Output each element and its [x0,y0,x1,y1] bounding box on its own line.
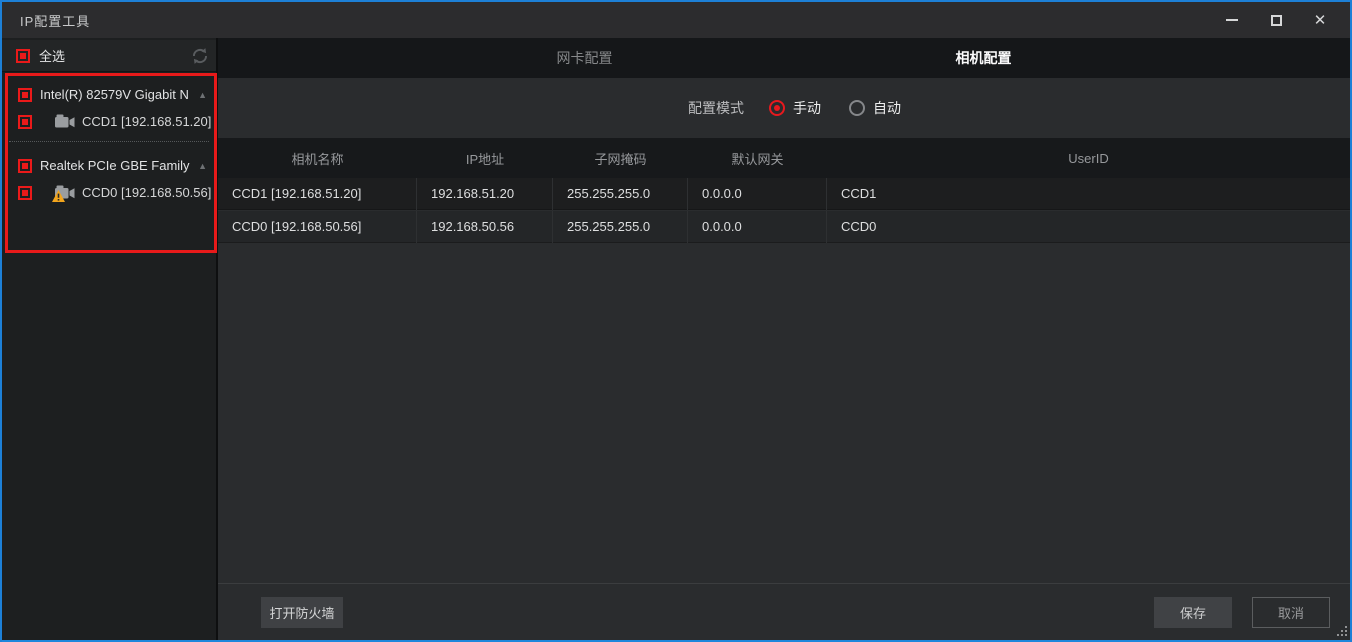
checkbox-check [22,92,28,98]
cell-subnet: 255.255.255.0 [553,211,688,243]
column-header-ip: IP地址 [417,149,553,168]
radio-manual[interactable]: 手动 [769,98,821,118]
config-mode-row: 配置模式 手动 自动 [218,78,1350,138]
table-row[interactable]: CCD0 [192.168.50.56] 192.168.50.56 255.2… [218,211,1350,243]
window-border-left [0,0,2,642]
adapter-item-realtek[interactable]: Realtek PCIe GBE Family C ▲ [2,152,216,179]
camera-label: CCD0 [192.168.50.56] [82,185,211,200]
radio-unselected-icon [849,100,865,116]
adapter-name: Intel(R) 82579V Gigabit N [40,87,189,102]
minimize-icon [1226,19,1238,21]
window-controls: ✕ [1210,2,1342,38]
cell-camera-name: CCD1 [192.168.51.20] [218,178,417,210]
select-all-row: 全选 [2,40,216,72]
adapter-checkbox[interactable] [18,88,32,102]
cell-subnet: 255.255.255.0 [553,178,688,210]
main-panel: 网卡配置 相机配置 配置模式 手动 自动 相机名称 IP地址 子网掩码 默认网关… [218,38,1350,640]
footer-bar: 打开防火墙 保存 取消 [218,583,1350,640]
maximize-button[interactable] [1254,2,1298,38]
cancel-button[interactable]: 取消 [1252,597,1330,628]
checkbox-check [22,163,28,169]
adapter-name: Realtek PCIe GBE Family C [40,158,192,173]
device-tree-panel: 全选 Intel(R) 82579V Gigabit N ▲ [2,38,216,640]
cell-userid: CCD1 [827,178,1350,210]
config-mode-label: 配置模式 [688,98,744,118]
tab-network-config[interactable]: 网卡配置 [385,38,784,78]
cell-ip: 192.168.50.56 [417,211,553,243]
select-all-label: 全选 [39,46,65,65]
collapse-arrow-icon[interactable]: ▲ [198,161,207,171]
column-header-subnet: 子网掩码 [553,149,688,168]
resize-grip[interactable] [1335,624,1347,636]
table-row[interactable]: CCD1 [192.168.51.20] 192.168.51.20 255.2… [218,178,1350,210]
tree-separator [9,141,209,142]
camera-icon [55,114,75,129]
column-header-camera-name: 相机名称 [218,149,417,168]
column-header-userid: UserID [827,151,1350,166]
collapse-arrow-icon[interactable]: ▲ [198,90,207,100]
camera-label: CCD1 [192.168.51.20] [82,114,211,129]
adapter-checkbox[interactable] [18,159,32,173]
adapter-item-intel[interactable]: Intel(R) 82579V Gigabit N ▲ [2,81,216,108]
open-firewall-button[interactable]: 打开防火墙 [261,597,343,628]
tab-camera-config[interactable]: 相机配置 [784,38,1183,78]
close-button[interactable]: ✕ [1298,2,1342,38]
camera-checkbox[interactable] [18,115,32,129]
refresh-button[interactable] [191,47,209,65]
checkbox-check [20,53,26,59]
cell-userid: CCD0 [827,211,1350,243]
radio-auto[interactable]: 自动 [849,98,901,118]
radio-manual-label: 手动 [793,98,821,118]
select-all-checkbox[interactable] [16,49,30,63]
table-header: 相机名称 IP地址 子网掩码 默认网关 UserID [218,138,1350,178]
maximize-icon [1271,15,1282,26]
refresh-icon [191,47,209,65]
camera-checkbox[interactable] [18,186,32,200]
cell-gateway: 0.0.0.0 [688,178,827,210]
camera-item-ccd1[interactable]: CCD1 [192.168.51.20] [2,108,216,135]
minimize-button[interactable] [1210,2,1254,38]
checkbox-check [22,190,28,196]
checkbox-check [22,119,28,125]
close-icon: ✕ [1314,13,1327,28]
column-header-gateway: 默认网关 [688,149,827,168]
tab-bar: 网卡配置 相机配置 [218,38,1350,78]
window-title: IP配置工具 [20,11,90,30]
cell-camera-name: CCD0 [192.168.50.56] [218,211,417,243]
cell-ip: 192.168.51.20 [417,178,553,210]
app-window: IP配置工具 ✕ 全选 [0,0,1352,642]
radio-selected-icon [769,100,785,116]
cell-gateway: 0.0.0.0 [688,211,827,243]
radio-auto-label: 自动 [873,98,901,118]
camera-warning-icon [55,185,75,200]
title-bar: IP配置工具 ✕ [2,2,1350,38]
save-button[interactable]: 保存 [1154,597,1232,628]
warning-triangle-icon [52,190,65,202]
camera-item-ccd0[interactable]: CCD0 [192.168.50.56] [2,179,216,206]
window-border-top [0,0,1352,2]
